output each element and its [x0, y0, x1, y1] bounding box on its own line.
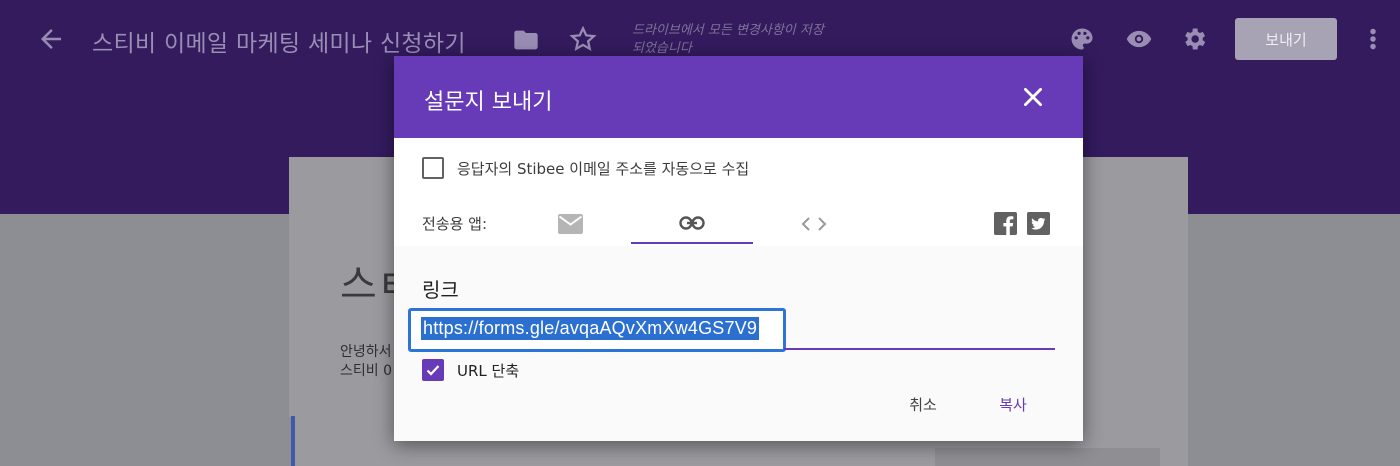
- send-form-dialog: 설문지 보내기 응답자의 Stibee 이메일 주소를 자동으로 수집 전송용 …: [394, 56, 1083, 441]
- tab-email[interactable]: [509, 204, 631, 244]
- copy-button[interactable]: 복사: [979, 386, 1047, 422]
- save-status: 드라이브에서 모든 변경사항이 저장되었습니다: [632, 23, 824, 56]
- gear-icon[interactable]: [1180, 25, 1208, 53]
- shorten-url-checkbox[interactable]: [422, 359, 444, 381]
- link-section-title: 링크: [422, 278, 459, 302]
- link-url-text[interactable]: https://forms.gle/avqaAQvXmXw4GS7V9: [421, 317, 760, 340]
- link-field-underline: [784, 348, 1055, 350]
- back-arrow-icon[interactable]: [36, 24, 66, 54]
- dialog-title: 설문지 보내기: [424, 90, 553, 115]
- send-via-label: 전송용 앱:: [422, 215, 488, 233]
- more-vert-icon[interactable]: [1366, 24, 1380, 54]
- dialog-header: 설문지 보내기: [394, 56, 1083, 138]
- cancel-button[interactable]: 취소: [889, 386, 957, 422]
- link-url-field[interactable]: https://forms.gle/avqaAQvXmXw4GS7V9: [408, 308, 786, 352]
- eye-icon[interactable]: [1124, 25, 1154, 53]
- form-description-line: 안녕하서: [340, 344, 392, 360]
- mail-icon: [557, 214, 583, 234]
- folder-icon[interactable]: [512, 26, 540, 54]
- tab-embed[interactable]: [753, 204, 875, 244]
- palette-icon[interactable]: [1068, 25, 1096, 53]
- collect-email-label: 응답자의 Stibee 이메일 주소를 자동으로 수집: [457, 159, 750, 178]
- close-icon[interactable]: [1020, 84, 1046, 110]
- star-icon[interactable]: [568, 24, 598, 54]
- facebook-icon[interactable]: [994, 212, 1017, 235]
- form-description-line: 스티비 0: [340, 363, 392, 379]
- code-icon: [801, 217, 827, 231]
- check-icon: [426, 365, 440, 376]
- shorten-url-label: URL 단축: [457, 361, 520, 380]
- shorten-url-row[interactable]: URL 단축: [422, 359, 519, 381]
- link-section: 링크 https://forms.gle/avqaAQvXmXw4GS7V9 U…: [394, 246, 1083, 441]
- tab-link[interactable]: [631, 204, 753, 244]
- link-icon: [679, 216, 705, 230]
- collect-email-checkbox[interactable]: [422, 157, 444, 179]
- form-title[interactable]: 스티비 이메일 마케팅 세미나 신청하기: [92, 24, 466, 58]
- send-button[interactable]: 보내기: [1235, 18, 1337, 60]
- twitter-icon[interactable]: [1027, 212, 1050, 235]
- question-field: [935, 448, 1160, 466]
- collect-email-row[interactable]: 응답자의 Stibee 이메일 주소를 자동으로 수집: [422, 157, 749, 179]
